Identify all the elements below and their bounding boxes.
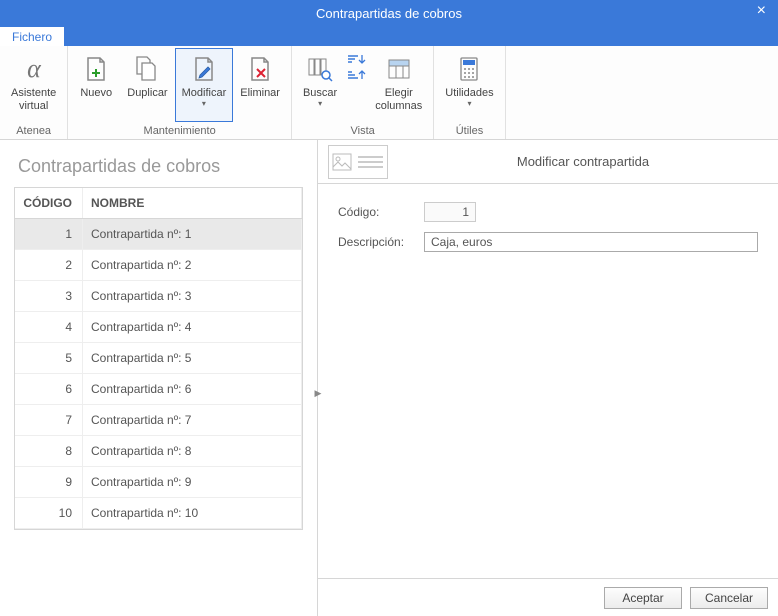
cell-codigo: 2 bbox=[15, 250, 83, 280]
table-row[interactable]: 1Contrapartida nº: 1 bbox=[15, 219, 302, 250]
columns-icon bbox=[383, 53, 415, 85]
sort-desc-button[interactable] bbox=[346, 68, 366, 84]
table-row[interactable]: 9Contrapartida nº: 9 bbox=[15, 467, 302, 498]
cell-codigo: 6 bbox=[15, 374, 83, 404]
cell-codigo: 1 bbox=[15, 219, 83, 249]
chevron-down-icon: ▾ bbox=[318, 100, 322, 108]
ribbon-group-vista: Buscar ▾ Elegir columnas Vista bbox=[292, 46, 434, 139]
alpha-icon: α bbox=[18, 53, 50, 85]
svg-text:α: α bbox=[27, 54, 42, 83]
cell-codigo: 10 bbox=[15, 498, 83, 528]
cell-nombre: Contrapartida nº: 6 bbox=[83, 374, 302, 404]
form-body: Código: Descripción: bbox=[318, 184, 778, 578]
form-title: Modificar contrapartida bbox=[517, 154, 649, 169]
cell-codigo: 3 bbox=[15, 281, 83, 311]
modificar-button[interactable]: Modificar ▾ bbox=[175, 48, 234, 122]
grid-header: CÓDIGO NOMBRE bbox=[15, 188, 302, 219]
ribbon-group-atenea: α Asistente virtual Atenea bbox=[0, 46, 68, 139]
col-header-codigo[interactable]: CÓDIGO bbox=[15, 188, 83, 218]
table-row[interactable]: 10Contrapartida nº: 10 bbox=[15, 498, 302, 529]
dialog-footer: Aceptar Cancelar bbox=[318, 578, 778, 616]
tab-fichero[interactable]: Fichero bbox=[0, 27, 64, 46]
document-delete-icon bbox=[244, 53, 276, 85]
duplicar-button[interactable]: Duplicar bbox=[120, 48, 174, 122]
form-header: Modificar contrapartida bbox=[318, 140, 778, 184]
eliminar-button[interactable]: Eliminar bbox=[233, 48, 287, 122]
cell-nombre: Contrapartida nº: 4 bbox=[83, 312, 302, 342]
table-row[interactable]: 7Contrapartida nº: 7 bbox=[15, 405, 302, 436]
document-duplicate-icon bbox=[131, 53, 163, 85]
table-row[interactable]: 8Contrapartida nº: 8 bbox=[15, 436, 302, 467]
list-heading: Contrapartidas de cobros bbox=[0, 140, 317, 187]
label-descripcion: Descripción: bbox=[338, 235, 424, 249]
accept-button[interactable]: Aceptar bbox=[604, 587, 682, 609]
document-new-icon bbox=[80, 53, 112, 85]
calculator-icon bbox=[453, 53, 485, 85]
ribbon-group-utiles: Utilidades ▾ Útiles bbox=[434, 46, 505, 139]
table-row[interactable]: 3Contrapartida nº: 3 bbox=[15, 281, 302, 312]
codigo-field[interactable] bbox=[424, 202, 476, 222]
cell-nombre: Contrapartida nº: 3 bbox=[83, 281, 302, 311]
panel-collapse-button[interactable]: ▶ bbox=[313, 378, 323, 408]
cell-nombre: Contrapartida nº: 10 bbox=[83, 498, 302, 528]
table-row[interactable]: 4Contrapartida nº: 4 bbox=[15, 312, 302, 343]
cell-nombre: Contrapartida nº: 9 bbox=[83, 467, 302, 497]
nuevo-button[interactable]: Nuevo bbox=[72, 48, 120, 122]
table-row[interactable]: 5Contrapartida nº: 5 bbox=[15, 343, 302, 374]
buscar-button[interactable]: Buscar ▾ bbox=[296, 48, 344, 122]
descripcion-field[interactable] bbox=[424, 232, 758, 252]
chevron-down-icon: ▾ bbox=[202, 100, 206, 108]
cell-nombre: Contrapartida nº: 1 bbox=[83, 219, 302, 249]
data-grid: CÓDIGO NOMBRE 1Contrapartida nº: 12Contr… bbox=[14, 187, 303, 530]
sort-buttons bbox=[344, 48, 368, 88]
search-columns-icon bbox=[304, 53, 336, 85]
document-edit-icon bbox=[188, 53, 220, 85]
ribbon: α Asistente virtual Atenea Nuevo Duplica… bbox=[0, 46, 778, 140]
chevron-down-icon: ▾ bbox=[467, 100, 471, 108]
form-panel: Modificar contrapartida Código: Descripc… bbox=[318, 140, 778, 616]
cancel-button[interactable]: Cancelar bbox=[690, 587, 768, 609]
cell-nombre: Contrapartida nº: 8 bbox=[83, 436, 302, 466]
close-icon[interactable]: × bbox=[757, 2, 766, 20]
table-row[interactable]: 6Contrapartida nº: 6 bbox=[15, 374, 302, 405]
window-title: Contrapartidas de cobros bbox=[0, 6, 778, 21]
sort-asc-button[interactable] bbox=[346, 52, 366, 68]
cell-codigo: 5 bbox=[15, 343, 83, 373]
ribbon-group-mantenimiento: Nuevo Duplicar Modificar ▾ Eliminar bbox=[68, 46, 292, 139]
form-view-icon[interactable] bbox=[328, 145, 388, 179]
utilidades-button[interactable]: Utilidades ▾ bbox=[438, 48, 500, 122]
cell-nombre: Contrapartida nº: 7 bbox=[83, 405, 302, 435]
elegir-columnas-button[interactable]: Elegir columnas bbox=[368, 48, 429, 122]
col-header-nombre[interactable]: NOMBRE bbox=[83, 188, 302, 218]
asistente-virtual-button[interactable]: α Asistente virtual bbox=[4, 48, 63, 122]
cell-codigo: 7 bbox=[15, 405, 83, 435]
list-panel: Contrapartidas de cobros CÓDIGO NOMBRE 1… bbox=[0, 140, 318, 616]
table-row[interactable]: 2Contrapartida nº: 2 bbox=[15, 250, 302, 281]
cell-nombre: Contrapartida nº: 2 bbox=[83, 250, 302, 280]
ribbon-tabstrip: Fichero bbox=[0, 27, 778, 46]
cell-nombre: Contrapartida nº: 5 bbox=[83, 343, 302, 373]
cell-codigo: 9 bbox=[15, 467, 83, 497]
titlebar: Contrapartidas de cobros × bbox=[0, 0, 778, 27]
cell-codigo: 8 bbox=[15, 436, 83, 466]
cell-codigo: 4 bbox=[15, 312, 83, 342]
label-codigo: Código: bbox=[338, 205, 424, 219]
